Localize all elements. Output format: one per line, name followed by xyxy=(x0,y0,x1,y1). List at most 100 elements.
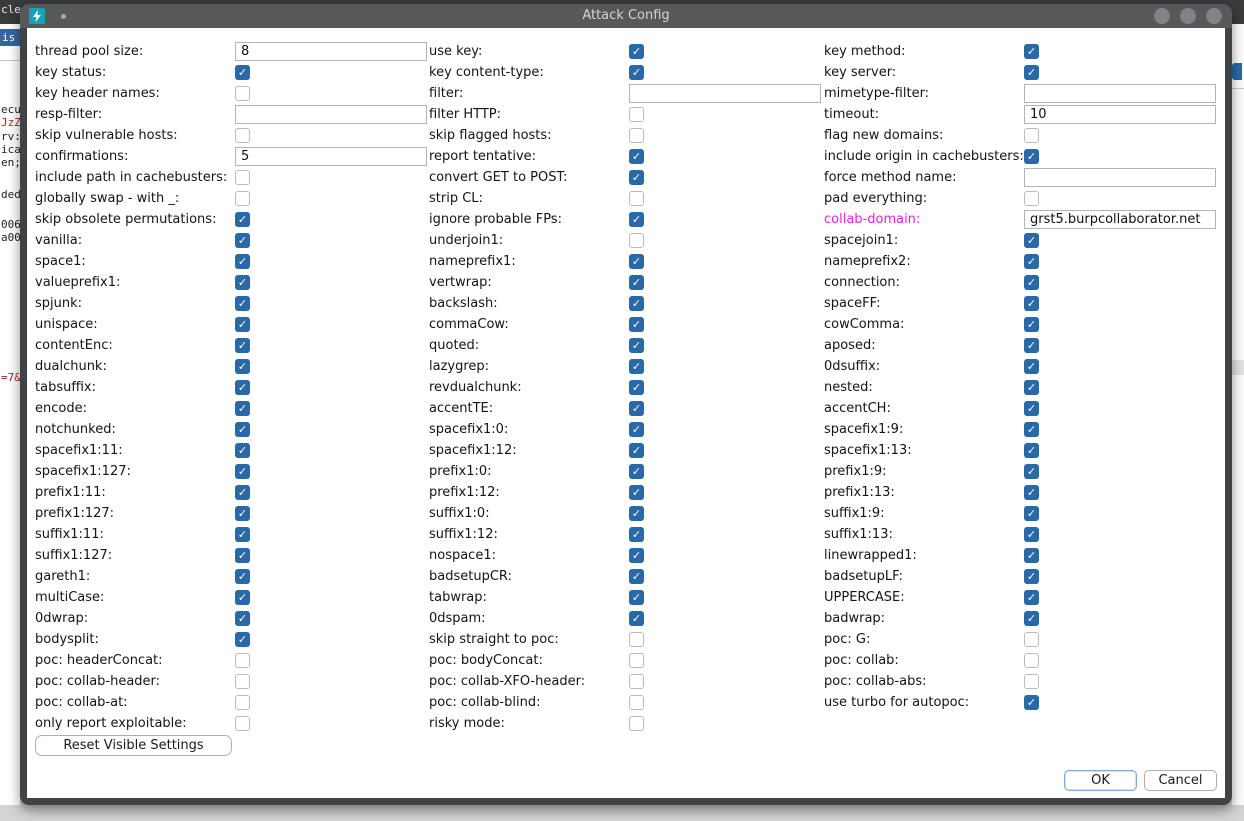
input-timeout[interactable] xyxy=(1024,105,1216,124)
ok-button[interactable]: OK xyxy=(1064,770,1137,791)
checkbox-prefix1-13[interactable]: ✓ xyxy=(1024,485,1039,500)
checkbox-vanilla[interactable]: ✓ xyxy=(235,233,250,248)
checkbox-key-server[interactable]: ✓ xyxy=(1024,65,1039,80)
checkbox-prefix1-9[interactable]: ✓ xyxy=(1024,464,1039,479)
input-mimetype-filter[interactable] xyxy=(1024,84,1216,103)
input-thread-pool-size[interactable] xyxy=(235,42,427,61)
checkbox-strip-cl[interactable] xyxy=(629,191,644,206)
checkbox-key-status[interactable]: ✓ xyxy=(235,65,250,80)
close-button[interactable] xyxy=(1206,8,1222,24)
checkbox-include-origin-in-cachebusters[interactable]: ✓ xyxy=(1024,149,1039,164)
input-filter[interactable] xyxy=(629,84,821,103)
checkbox-suffix1-11[interactable]: ✓ xyxy=(235,527,250,542)
checkbox-only-report-exploitable[interactable] xyxy=(235,716,250,731)
checkbox-convert-get-to-post[interactable]: ✓ xyxy=(629,170,644,185)
checkbox-multicase[interactable]: ✓ xyxy=(235,590,250,605)
checkbox-nested[interactable]: ✓ xyxy=(1024,380,1039,395)
checkbox-gareth1[interactable]: ✓ xyxy=(235,569,250,584)
input-confirmations[interactable] xyxy=(235,147,427,166)
checkbox-suffix1-13[interactable]: ✓ xyxy=(1024,527,1039,542)
checkbox-vertwrap[interactable]: ✓ xyxy=(629,275,644,290)
checkbox-cowcomma[interactable]: ✓ xyxy=(1024,317,1039,332)
checkbox-suffix1-127[interactable]: ✓ xyxy=(235,548,250,563)
checkbox-pad-everything[interactable] xyxy=(1024,191,1039,206)
checkbox-valueprefix1[interactable]: ✓ xyxy=(235,275,250,290)
checkbox-suffix1-12[interactable]: ✓ xyxy=(629,527,644,542)
checkbox-prefix1-12[interactable]: ✓ xyxy=(629,485,644,500)
input-resp-filter[interactable] xyxy=(235,105,427,124)
checkbox-connection[interactable]: ✓ xyxy=(1024,275,1039,290)
checkbox-report-tentative[interactable]: ✓ xyxy=(629,149,644,164)
checkbox-globally-swap-with[interactable] xyxy=(235,191,250,206)
checkbox-nospace1[interactable]: ✓ xyxy=(629,548,644,563)
checkbox-linewrapped1[interactable]: ✓ xyxy=(1024,548,1039,563)
input-collab-domain[interactable] xyxy=(1024,210,1216,229)
checkbox-skip-vulnerable-hosts[interactable] xyxy=(235,128,250,143)
checkbox-spacefix1-9[interactable]: ✓ xyxy=(1024,422,1039,437)
cancel-button[interactable]: Cancel xyxy=(1144,770,1217,791)
checkbox-ignore-probable-fps[interactable]: ✓ xyxy=(629,212,644,227)
dialog-titlebar[interactable]: Attack Config xyxy=(20,4,1232,28)
checkbox-uppercase[interactable]: ✓ xyxy=(1024,590,1039,605)
checkbox-spacefix1-11[interactable]: ✓ xyxy=(235,443,250,458)
checkbox-dualchunk[interactable]: ✓ xyxy=(235,359,250,374)
checkbox-accentte[interactable]: ✓ xyxy=(629,401,644,416)
checkbox-suffix1-0[interactable]: ✓ xyxy=(629,506,644,521)
checkbox-spacefix1-12[interactable]: ✓ xyxy=(629,443,644,458)
checkbox-0dwrap[interactable]: ✓ xyxy=(235,611,250,626)
checkbox-poc-headerconcat[interactable] xyxy=(235,653,250,668)
checkbox-poc-bodyconcat[interactable] xyxy=(629,653,644,668)
checkbox-poc-collab[interactable] xyxy=(1024,653,1039,668)
checkbox-key-method[interactable]: ✓ xyxy=(1024,44,1039,59)
maximize-button[interactable] xyxy=(1180,8,1196,24)
checkbox-skip-flagged-hosts[interactable] xyxy=(629,128,644,143)
checkbox-flag-new-domains[interactable] xyxy=(1024,128,1039,143)
checkbox-skip-straight-to-poc[interactable] xyxy=(629,632,644,647)
checkbox-contentenc[interactable]: ✓ xyxy=(235,338,250,353)
checkbox-spacefix1-0[interactable]: ✓ xyxy=(629,422,644,437)
checkbox-encode[interactable]: ✓ xyxy=(235,401,250,416)
checkbox-key-content-type[interactable]: ✓ xyxy=(629,65,644,80)
checkbox-space1[interactable]: ✓ xyxy=(235,254,250,269)
checkbox-unispace[interactable]: ✓ xyxy=(235,317,250,332)
checkbox-quoted[interactable]: ✓ xyxy=(629,338,644,353)
checkbox-poc-collab-blind[interactable] xyxy=(629,695,644,710)
checkbox-skip-obsolete-permutations[interactable]: ✓ xyxy=(235,212,250,227)
checkbox-spacefix1-13[interactable]: ✓ xyxy=(1024,443,1039,458)
checkbox-spaceff[interactable]: ✓ xyxy=(1024,296,1039,311)
checkbox-lazygrep[interactable]: ✓ xyxy=(629,359,644,374)
checkbox-poc-collab-header[interactable] xyxy=(235,674,250,689)
checkbox-prefix1-0[interactable]: ✓ xyxy=(629,464,644,479)
checkbox-bodysplit[interactable]: ✓ xyxy=(235,632,250,647)
checkbox-commacow[interactable]: ✓ xyxy=(629,317,644,332)
checkbox-prefix1-127[interactable]: ✓ xyxy=(235,506,250,521)
checkbox-0dspam[interactable]: ✓ xyxy=(629,611,644,626)
checkbox-badsetuplf[interactable]: ✓ xyxy=(1024,569,1039,584)
checkbox-nameprefix1[interactable]: ✓ xyxy=(629,254,644,269)
checkbox-nameprefix2[interactable]: ✓ xyxy=(1024,254,1039,269)
checkbox-accentch[interactable]: ✓ xyxy=(1024,401,1039,416)
checkbox-filter-http[interactable] xyxy=(629,107,644,122)
checkbox-poc-collab-abs[interactable] xyxy=(1024,674,1039,689)
checkbox-spacefix1-127[interactable]: ✓ xyxy=(235,464,250,479)
checkbox-include-path-in-cachebusters[interactable] xyxy=(235,170,250,185)
checkbox-poc-collab-at[interactable] xyxy=(235,695,250,710)
checkbox-aposed[interactable]: ✓ xyxy=(1024,338,1039,353)
checkbox-suffix1-9[interactable]: ✓ xyxy=(1024,506,1039,521)
checkbox-tabwrap[interactable]: ✓ xyxy=(629,590,644,605)
checkbox-risky-mode[interactable] xyxy=(629,716,644,731)
reset-visible-settings-button[interactable]: Reset Visible Settings xyxy=(35,735,232,756)
checkbox-poc-collab-xfo-header[interactable] xyxy=(629,674,644,689)
checkbox-prefix1-11[interactable]: ✓ xyxy=(235,485,250,500)
checkbox-revdualchunk[interactable]: ✓ xyxy=(629,380,644,395)
minimize-button[interactable] xyxy=(1154,8,1170,24)
checkbox-spacejoin1[interactable]: ✓ xyxy=(1024,233,1039,248)
checkbox-badsetupcr[interactable]: ✓ xyxy=(629,569,644,584)
checkbox-backslash[interactable]: ✓ xyxy=(629,296,644,311)
input-force-method-name[interactable] xyxy=(1024,168,1216,187)
checkbox-0dsuffix[interactable]: ✓ xyxy=(1024,359,1039,374)
checkbox-poc-g[interactable] xyxy=(1024,632,1039,647)
checkbox-use-turbo-for-autopoc[interactable]: ✓ xyxy=(1024,695,1039,710)
checkbox-badwrap[interactable]: ✓ xyxy=(1024,611,1039,626)
checkbox-tabsuffix[interactable]: ✓ xyxy=(235,380,250,395)
